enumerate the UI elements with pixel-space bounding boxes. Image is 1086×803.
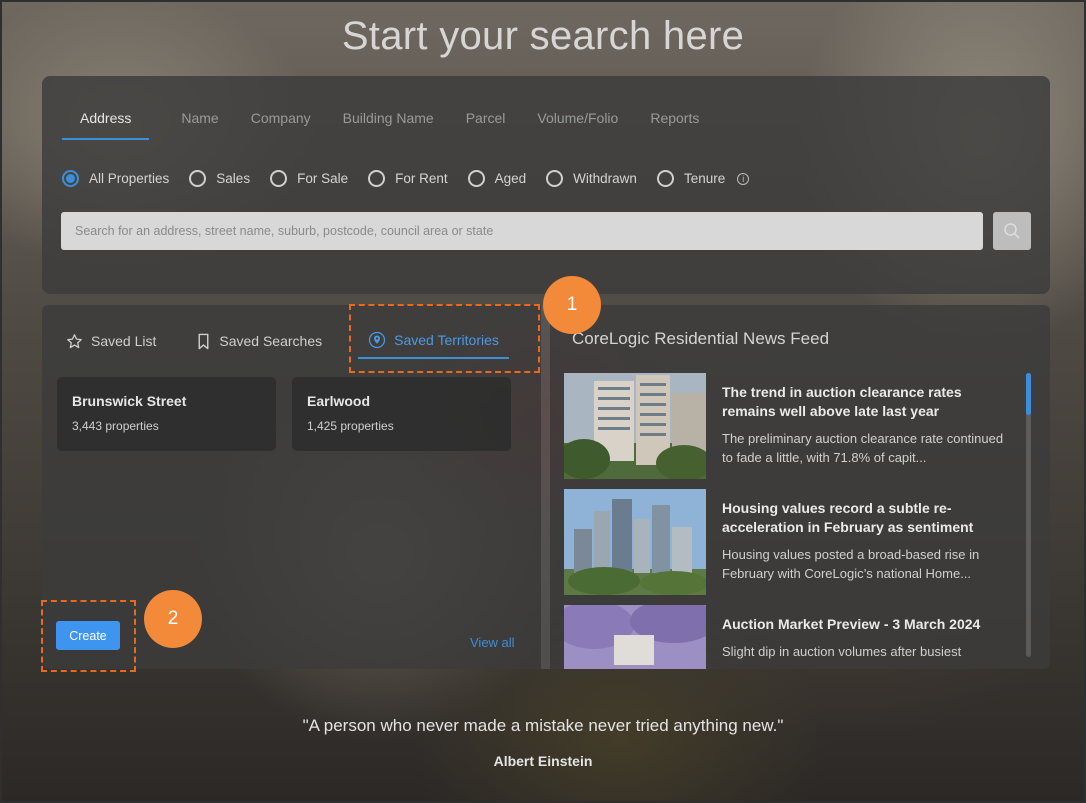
radio-dot — [270, 170, 288, 187]
radio-all-properties[interactable]: All Properties — [62, 170, 169, 187]
territory-name: Earlwood — [307, 393, 371, 409]
search-tabs: Address Name Company Building Name Parce… — [62, 98, 731, 140]
radio-dot — [467, 170, 485, 187]
radio-label: Sales — [216, 171, 251, 186]
bookmark-icon — [198, 333, 209, 349]
news-snippet: Housing values posted a broad-based rise… — [722, 547, 980, 581]
radio-dot — [656, 170, 674, 187]
news-panel: CoreLogic Residential News Feed The tren… — [550, 305, 1050, 669]
tab-saved-searches[interactable]: Saved Searches — [196, 323, 322, 359]
tab-label: Saved List — [91, 333, 157, 349]
tab-volume-folio[interactable]: Volume/Folio — [537, 98, 618, 140]
radio-dot — [368, 170, 386, 187]
panel-divider-scrollbar[interactable] — [541, 305, 550, 669]
radio-label: Withdrawn — [573, 171, 637, 186]
radio-label: All Properties — [89, 171, 170, 186]
search-icon — [1004, 223, 1020, 239]
news-thumbnail-apartments — [564, 373, 706, 479]
info-icon[interactable]: i — [737, 172, 750, 185]
view-all-link[interactable]: View all — [470, 635, 515, 650]
radio-sales[interactable]: Sales — [189, 170, 250, 187]
search-button[interactable] — [993, 212, 1031, 250]
news-scrollbar-thumb[interactable] — [1026, 373, 1031, 415]
radio-withdrawn[interactable]: Withdrawn — [546, 170, 637, 187]
radio-dot — [189, 170, 207, 187]
tab-saved-list[interactable]: Saved List — [66, 323, 156, 359]
territory-count: 3,443 properties — [72, 419, 159, 433]
annotation-badge-1: 1 — [543, 276, 601, 334]
tab-building-name[interactable]: Building Name — [343, 98, 434, 140]
news-headline: The trend in auction clearance rates rem… — [722, 384, 962, 419]
annotation-highlight-saved-territories — [349, 304, 540, 373]
property-filter-group: All Properties Sales For Sale For Rent A… — [62, 170, 750, 187]
annotation-highlight-create — [41, 600, 136, 672]
news-headline: Auction Market Preview - 3 March 2024 — [722, 616, 981, 632]
news-snippet: Slight dip in auction volumes after busi… — [722, 644, 962, 659]
page-title: Start your search here — [341, 14, 745, 58]
tab-label: Saved Searches — [219, 333, 323, 349]
tab-reports[interactable]: Reports — [650, 98, 699, 140]
territory-count: 1,425 properties — [307, 419, 394, 433]
radio-label: For Sale — [297, 171, 349, 186]
tab-parcel[interactable]: Parcel — [466, 98, 506, 140]
news-item[interactable]: Auction Market Preview - 3 March 2024 Sl… — [564, 605, 1014, 669]
radio-label: Tenure — [683, 171, 726, 186]
radio-label: Aged — [494, 171, 527, 186]
quote-author: Albert Einstein — [493, 753, 593, 769]
news-item[interactable]: The trend in auction clearance rates rem… — [564, 373, 1014, 481]
news-item[interactable]: Housing values record a subtle re-accele… — [564, 489, 1014, 597]
radio-for-rent[interactable]: For Rent — [368, 170, 448, 187]
search-panel: Address Name Company Building Name Parce… — [42, 76, 1050, 294]
radio-dot — [62, 170, 79, 187]
star-icon — [67, 333, 82, 348]
news-scrollbar[interactable] — [1026, 373, 1031, 657]
radio-aged[interactable]: Aged — [467, 170, 527, 187]
search-input[interactable] — [61, 212, 983, 250]
tab-address[interactable]: Address — [62, 98, 150, 140]
news-thumbnail-city-skyline — [564, 489, 706, 595]
annotation-badge-2: 2 — [144, 590, 202, 648]
radio-tenure[interactable]: Tenure — [656, 170, 726, 187]
territory-card-earlwood[interactable]: Earlwood 1,425 properties — [292, 377, 511, 451]
news-thumbnail-jacaranda — [564, 605, 706, 669]
radio-label: For Rent — [395, 171, 448, 186]
news-text: Auction Market Preview - 3 March 2024 Sl… — [722, 615, 1012, 661]
territory-name: Brunswick Street — [72, 393, 187, 409]
news-headline: Housing values record a subtle re-accele… — [722, 500, 974, 535]
tab-name[interactable]: Name — [181, 98, 218, 140]
news-text: The trend in auction clearance rates rem… — [722, 383, 1012, 467]
tab-company[interactable]: Company — [251, 98, 311, 140]
news-feed-title: CoreLogic Residential News Feed — [572, 329, 830, 348]
radio-for-sale[interactable]: For Sale — [270, 170, 348, 187]
inspirational-quote: "A person who never made a mistake never… — [302, 716, 784, 735]
news-snippet: The preliminary auction clearance rate c… — [722, 431, 1004, 465]
news-text: Housing values record a subtle re-accele… — [722, 499, 1012, 583]
radio-dot — [546, 170, 564, 187]
territory-card-brunswick-street[interactable]: Brunswick Street 3,443 properties — [57, 377, 276, 451]
